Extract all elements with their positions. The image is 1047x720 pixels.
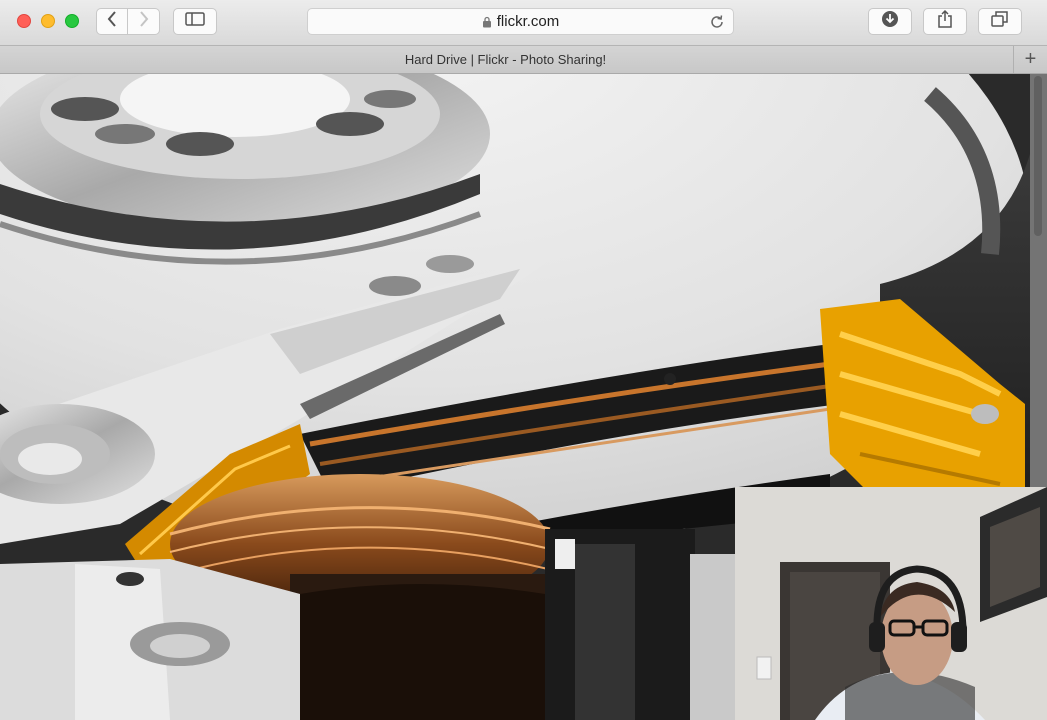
share-icon: [937, 9, 953, 34]
tab-title[interactable]: Hard Drive | Flickr - Photo Sharing!: [0, 52, 1011, 67]
share-button[interactable]: [923, 8, 967, 35]
tab-bar: Hard Drive | Flickr - Photo Sharing! +: [0, 45, 1047, 74]
chevron-right-icon: [139, 11, 149, 32]
new-tab-button[interactable]: +: [1013, 46, 1047, 73]
window-minimize-button[interactable]: [41, 14, 55, 28]
address-bar[interactable]: flickr.com: [307, 8, 734, 35]
tabs-overview-icon: [991, 11, 1009, 32]
chevron-left-icon: [107, 11, 117, 32]
forward-button[interactable]: [128, 8, 160, 35]
webcam-overlay: [735, 487, 1047, 720]
window-zoom-button[interactable]: [65, 14, 79, 28]
url-text: flickr.com: [496, 13, 560, 30]
downloads-button[interactable]: [868, 8, 912, 35]
sidebar-icon: [185, 12, 205, 31]
browser-toolbar: flickr.com: [0, 0, 1047, 45]
download-icon: [881, 10, 899, 33]
window-close-button[interactable]: [17, 14, 31, 28]
reload-icon[interactable]: [709, 14, 725, 30]
sidebar-button[interactable]: [173, 8, 217, 35]
lock-icon: [482, 16, 492, 28]
tab-overview-button[interactable]: [978, 8, 1022, 35]
back-button[interactable]: [96, 8, 128, 35]
page-scrollbar-thumb[interactable]: [1034, 76, 1042, 236]
presenter-video: [735, 487, 1047, 720]
